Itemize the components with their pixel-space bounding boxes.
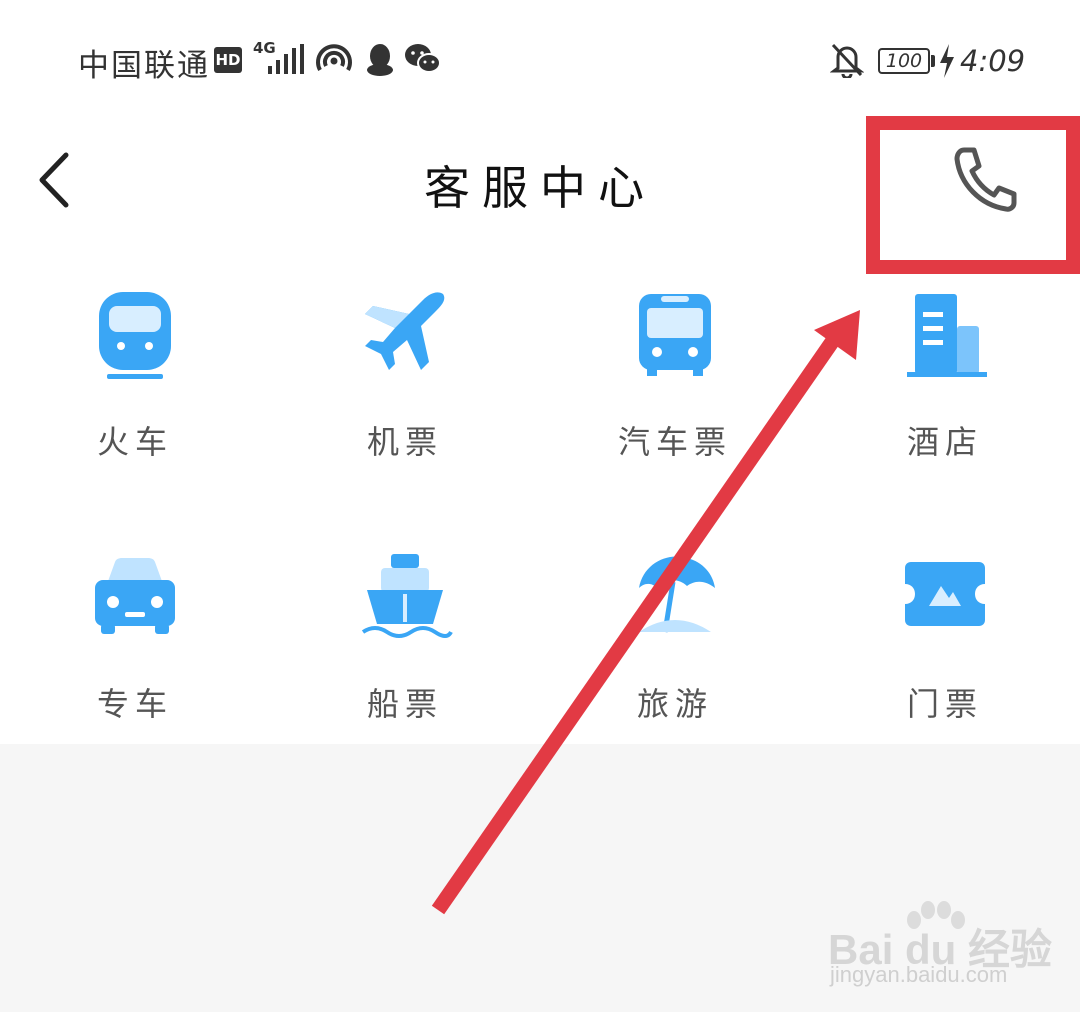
carrier-name: 中国联通: [78, 48, 210, 84]
signal-icon: [268, 44, 304, 74]
service-item-bus[interactable]: 汽车票: [540, 272, 810, 512]
hd-icon: HD: [214, 47, 242, 73]
service-item-flight[interactable]: 机票: [270, 272, 540, 512]
charging-icon: [940, 44, 954, 78]
service-label: 机票: [366, 423, 443, 461]
service-item-private-car[interactable]: 专车: [0, 534, 270, 774]
battery-tip: [931, 55, 935, 67]
ship-icon: [361, 554, 453, 638]
service-label: 火车: [96, 423, 173, 461]
wechat-icon: [405, 44, 441, 73]
ticket-icon: [905, 562, 985, 626]
status-time: 4:09: [960, 44, 1026, 78]
car-icon: [95, 558, 175, 634]
bus-icon: [639, 294, 711, 376]
train-icon: [99, 292, 171, 379]
page-title: 客服中心: [424, 161, 656, 215]
back-button[interactable]: [30, 145, 90, 215]
service-item-hotel[interactable]: 酒店: [810, 272, 1080, 512]
qq-icon: [367, 44, 393, 76]
watermark: Bai du 经验 jingyan.baidu.com: [828, 900, 1068, 1000]
watermark-url: jingyan.baidu.com: [830, 962, 1008, 987]
beach-umbrella-icon: [639, 556, 715, 633]
service-label: 专车: [96, 685, 173, 723]
status-bar: 中国联通 HD 4G 100 4:09: [0, 0, 1080, 120]
service-label: 旅游: [636, 685, 713, 723]
service-label: 门票: [906, 685, 983, 723]
plane-icon: [365, 292, 445, 370]
annotation-highlight-box: [866, 116, 1080, 274]
bell-off-icon: [830, 43, 864, 78]
service-label: 汽车票: [617, 423, 732, 461]
service-grid: 火车 机票 汽车票 酒店 专车 船票 旅游 门票: [0, 272, 1080, 742]
chevron-left-icon: [39, 152, 69, 208]
hotspot-icon: [316, 44, 352, 71]
hotel-icon: [907, 294, 987, 377]
battery-icon: 100: [878, 48, 930, 74]
service-item-travel[interactable]: 旅游: [540, 534, 810, 774]
service-item-train[interactable]: 火车: [0, 272, 270, 512]
service-label: 船票: [366, 685, 443, 723]
service-item-ship[interactable]: 船票: [270, 534, 540, 774]
service-label: 酒店: [906, 423, 983, 461]
service-item-tickets[interactable]: 门票: [810, 534, 1080, 774]
